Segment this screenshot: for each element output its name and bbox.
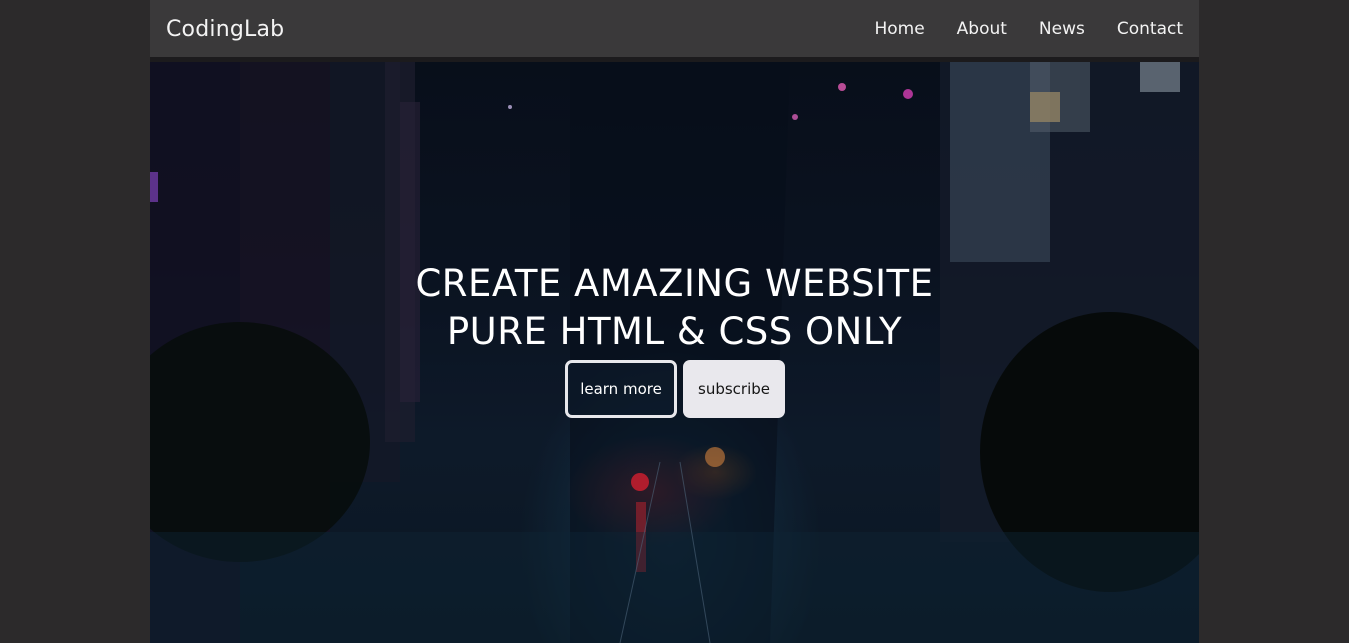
hero-title-line2: PURE HTML & CSS ONLY [446,310,903,353]
nav-link-contact[interactable]: Contact [1117,19,1183,39]
subscribe-button[interactable]: subscribe [683,360,785,418]
nav-links: Home About News Contact [842,19,1183,39]
nav-link-news[interactable]: News [1039,19,1085,39]
hero-buttons: learn more subscribe [565,360,785,418]
nav-link-about[interactable]: About [957,19,1007,39]
navbar: CodingLab Home About News Contact [150,0,1199,57]
nav-link-home[interactable]: Home [874,19,924,39]
learn-more-button[interactable]: learn more [565,360,677,418]
page-container: CodingLab Home About News Contact CREATE… [150,0,1199,643]
site-logo[interactable]: CodingLab [166,17,284,42]
hero-title-line1: CREATE AMAZING WEBSITE [415,262,934,305]
hero-section: CREATE AMAZING WEBSITE PURE HTML & CSS O… [150,62,1199,643]
hero-title: CREATE AMAZING WEBSITE PURE HTML & CSS O… [150,260,1199,356]
